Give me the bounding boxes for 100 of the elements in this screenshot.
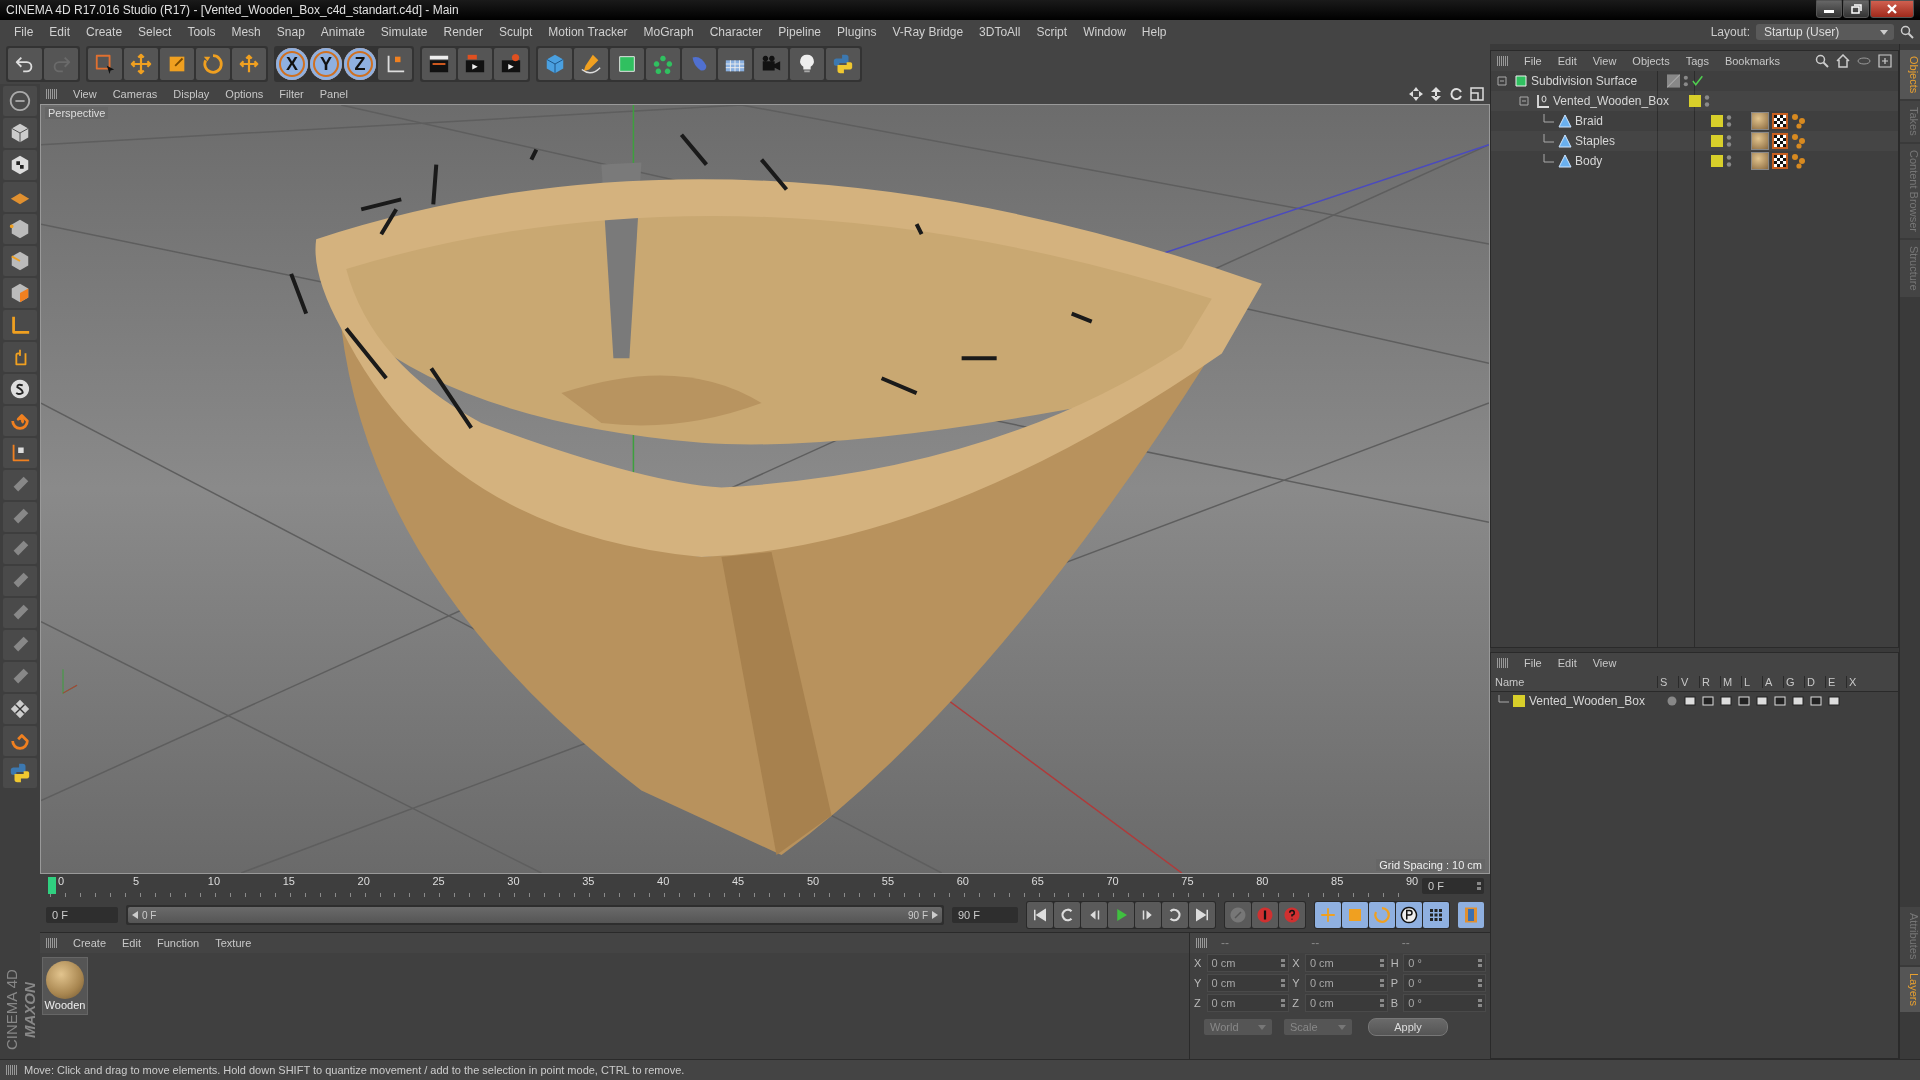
edges-mode-button[interactable]	[3, 246, 37, 276]
cloner-button[interactable]	[646, 48, 680, 80]
go-to-start-button[interactable]	[1027, 902, 1053, 928]
end-frame-field[interactable]: 90 F	[952, 907, 1018, 923]
menu-item[interactable]: Motion Tracker	[540, 25, 636, 39]
orbit-icon[interactable]	[1449, 87, 1463, 101]
layer-menu-item[interactable]: View	[1585, 657, 1624, 669]
right-arrow-icon[interactable]	[932, 911, 938, 919]
visibility-dots-icon[interactable]	[1726, 154, 1732, 168]
points-mode-button[interactable]	[3, 214, 37, 244]
solo-icon[interactable]	[1666, 695, 1678, 707]
viewport-menu-item[interactable]: View	[66, 88, 104, 100]
eye-icon[interactable]	[1684, 695, 1696, 707]
viewport-menu-item[interactable]: Options	[218, 88, 271, 100]
material-menu-item[interactable]: Create	[66, 937, 114, 949]
no-layer-icon[interactable]	[1667, 74, 1681, 88]
menu-item[interactable]: Help	[1133, 25, 1175, 39]
search-icon[interactable]	[1900, 25, 1914, 39]
coordinate-system-button[interactable]	[378, 48, 412, 80]
lock-icon[interactable]	[1738, 695, 1750, 707]
column-header[interactable]: L	[1741, 676, 1762, 688]
object-name[interactable]: Vented_Wooden_Box	[1553, 94, 1669, 108]
minimize-button[interactable]	[1816, 0, 1842, 18]
coordinate-field[interactable]: 0 cm	[1304, 954, 1388, 972]
timeline-button[interactable]	[1458, 902, 1484, 928]
menu-item[interactable]: Pipeline	[770, 25, 830, 39]
cube-button[interactable]	[538, 48, 572, 80]
select-button[interactable]	[88, 48, 122, 80]
start-frame-field[interactable]: 0 F	[46, 907, 118, 923]
material-swatch[interactable]: Wooden	[42, 957, 88, 1015]
dolly-icon[interactable]	[1430, 87, 1442, 101]
layer-menu-item[interactable]: File	[1517, 657, 1549, 669]
viewport[interactable]: Perspective Grid Spacing : 10 cm	[40, 104, 1490, 874]
current-frame-field[interactable]: 0 F	[1422, 878, 1484, 894]
help-key-button[interactable]	[1279, 902, 1305, 928]
column-header[interactable]: X	[1846, 676, 1867, 688]
xref-icon[interactable]	[1828, 695, 1840, 707]
maximize-view-icon[interactable]	[1470, 87, 1484, 101]
point-level-button[interactable]	[1423, 902, 1449, 928]
object-name[interactable]: Subdivision Surface	[1531, 74, 1638, 88]
checker-tag-icon[interactable]	[1772, 113, 1788, 129]
apply-button[interactable]: Apply	[1368, 1018, 1448, 1036]
viewport-menu-item[interactable]: Cameras	[105, 88, 165, 100]
side-tab[interactable]: Layers	[1900, 967, 1920, 1013]
vertex-dots-tag-icon[interactable]	[1791, 153, 1807, 169]
material-menu-item[interactable]: Texture	[208, 937, 259, 949]
go-to-end-button[interactable]	[1189, 902, 1215, 928]
snap-button[interactable]	[3, 374, 37, 404]
coordinate-field[interactable]: 0 cm	[1206, 954, 1290, 972]
viewport-menu-item[interactable]: Panel	[312, 88, 355, 100]
play-button[interactable]	[1108, 902, 1134, 928]
menu-item[interactable]: Select	[130, 25, 180, 39]
column-header[interactable]: M	[1720, 676, 1741, 688]
python-button[interactable]	[3, 758, 37, 788]
polygons-mode-button[interactable]	[3, 278, 37, 308]
object-menu-item[interactable]: Tags	[1678, 55, 1716, 67]
layer-color-swatch[interactable]	[1689, 95, 1701, 107]
render-settings-button[interactable]	[494, 48, 528, 80]
step-forward-button[interactable]	[1135, 902, 1161, 928]
model-mode-button[interactable]	[3, 118, 37, 148]
workplane-button[interactable]	[3, 182, 37, 212]
move-button[interactable]	[124, 48, 158, 80]
object-menu-item[interactable]: Bookmarks	[1717, 55, 1787, 67]
checker-tag-icon[interactable]	[1772, 153, 1788, 169]
expression-icon[interactable]	[1810, 695, 1822, 707]
coordinate-field[interactable]: 0 °	[1403, 974, 1486, 992]
axis-lock-button[interactable]: X	[276, 48, 308, 80]
object-menu-item[interactable]: File	[1517, 55, 1549, 67]
coordinate-field[interactable]: 0 cm	[1304, 974, 1388, 992]
texture-mode-button[interactable]	[3, 150, 37, 180]
next-key-button[interactable]	[1162, 902, 1188, 928]
home-icon[interactable]	[1836, 54, 1850, 68]
coordinate-field[interactable]: 0 cm	[1206, 994, 1290, 1012]
left-arrow-icon[interactable]	[132, 911, 138, 919]
menu-item[interactable]: Edit	[41, 25, 79, 39]
material-menu-item[interactable]: Function	[150, 937, 207, 949]
locked-axis-button[interactable]	[3, 438, 37, 468]
layer-color-swatch[interactable]	[1711, 115, 1723, 127]
vertex-dots-tag-icon[interactable]	[1791, 133, 1807, 149]
menu-item[interactable]: Snap	[268, 25, 313, 39]
search-icon[interactable]	[1815, 54, 1829, 68]
coordinate-field[interactable]: 0 °	[1403, 954, 1486, 972]
visibility-dots-icon[interactable]	[1726, 114, 1732, 128]
menu-item[interactable]: Tools	[179, 25, 224, 39]
axis-lock-button[interactable]: Z	[344, 48, 376, 80]
column-header[interactable]: S	[1657, 676, 1678, 688]
subdivision-cube-button[interactable]	[610, 48, 644, 80]
side-tab[interactable]: Objects	[1900, 50, 1920, 100]
menu-item[interactable]: Animate	[312, 25, 373, 39]
checker-tag-icon[interactable]	[1772, 133, 1788, 149]
menu-item[interactable]: Render	[435, 25, 491, 39]
column-header[interactable]: D	[1804, 676, 1825, 688]
menu-item[interactable]: V-Ray Bridge	[884, 25, 972, 39]
axis-lock-button[interactable]: Y	[310, 48, 342, 80]
column-header[interactable]: G	[1783, 676, 1804, 688]
menu-item[interactable]: Script	[1028, 25, 1076, 39]
maximize-button[interactable]	[1843, 0, 1869, 18]
manager-icon[interactable]	[1720, 695, 1732, 707]
menu-item[interactable]: Plugins	[829, 25, 885, 39]
column-header[interactable]: E	[1825, 676, 1846, 688]
